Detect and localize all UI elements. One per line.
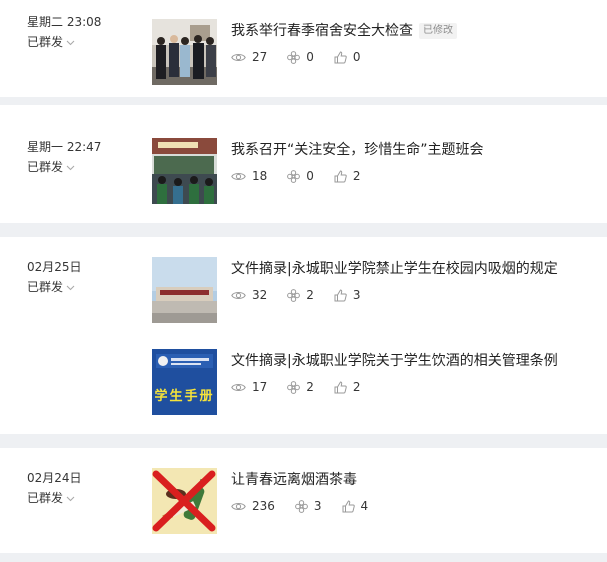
eye-icon — [231, 502, 246, 510]
flower-icon — [287, 288, 301, 302]
status-label: 已群发 — [27, 35, 64, 49]
classroom-photo-thumbnail[interactable] — [152, 138, 217, 204]
message-date-column: 02月25日 已群发 — [27, 259, 137, 296]
eye-icon — [231, 172, 246, 180]
message-date: 02月25日 — [27, 260, 82, 274]
article-item: 学生手册 文件摘录|永城职业学院关于学生饮酒的相关管理条例 17 2 2 — [152, 349, 592, 415]
message-group: 02月25日 已群发 文件摘录|永城职业学院禁止学生在校园内吸烟的规定 32 2… — [0, 237, 607, 434]
flower-icon — [287, 50, 301, 64]
wow-count: 2 — [287, 288, 314, 302]
article-title-link[interactable]: 文件摘录|永城职业学院禁止学生在校园内吸烟的规定 — [231, 259, 558, 279]
status-label: 已群发 — [27, 491, 64, 505]
message-group: 星期二 23:08 已群发 我系举行春季宿舍安全大检查 已修改 27 0 0 — [0, 0, 607, 97]
wow-count: 3 — [295, 499, 322, 513]
chevron-down-icon — [66, 496, 75, 501]
eye-icon — [231, 383, 246, 391]
campus-gate-thumbnail[interactable] — [152, 257, 217, 323]
like-count: 4 — [342, 499, 368, 513]
flower-icon — [295, 499, 308, 513]
eye-icon — [231, 291, 246, 299]
article-stats: 18 0 2 — [231, 169, 381, 183]
handbook-cover-text: 学生手册 — [154, 389, 215, 404]
article-title-link[interactable]: 让青春远离烟酒茶毒 — [231, 470, 357, 490]
like-count: 2 — [334, 380, 361, 394]
thumbs-up-icon — [334, 380, 347, 393]
message-date: 星期二 23:08 — [27, 15, 102, 29]
read-count: 27 — [231, 50, 267, 64]
thumbs-up-icon — [342, 499, 355, 512]
message-group: 星期一 22:47 已群发 我系召开“关注安全，珍惜生命”主题班会 18 0 2 — [0, 105, 607, 223]
article-stats: 32 2 3 — [231, 288, 381, 302]
read-count: 236 — [231, 499, 275, 513]
article-title-link[interactable]: 我系举行春季宿舍安全大检查 已修改 — [231, 21, 457, 41]
article-title-link[interactable]: 我系召开“关注安全，珍惜生命”主题班会 — [231, 140, 484, 160]
flower-icon — [287, 169, 301, 183]
thumbs-up-icon — [334, 169, 347, 182]
wow-count: 2 — [287, 380, 314, 394]
like-count: 2 — [334, 169, 361, 183]
thumbs-up-icon — [334, 288, 347, 301]
published-messages-list: 星期二 23:08 已群发 我系举行春季宿舍安全大检查 已修改 27 0 0 星… — [0, 0, 607, 562]
read-count: 18 — [231, 169, 267, 183]
message-date-column: 02月24日 已群发 — [27, 470, 137, 507]
edited-badge: 已修改 — [419, 23, 457, 39]
chevron-down-icon — [66, 285, 75, 290]
status-dropdown[interactable]: 已群发 — [27, 159, 137, 176]
like-count: 0 — [334, 50, 361, 64]
no-smoking-drinking-thumbnail[interactable] — [152, 468, 217, 534]
chevron-down-icon — [66, 40, 75, 45]
read-count: 17 — [231, 380, 267, 394]
article-stats: 17 2 2 — [231, 380, 381, 394]
article-item: 让青春远离烟酒茶毒 236 3 4 — [152, 468, 592, 534]
chevron-down-icon — [66, 165, 75, 170]
wow-count: 0 — [287, 169, 314, 183]
student-handbook-thumbnail[interactable]: 学生手册 — [152, 349, 217, 415]
message-date-column: 星期一 22:47 已群发 — [27, 139, 137, 176]
read-count: 32 — [231, 288, 267, 302]
eye-icon — [231, 53, 246, 61]
status-dropdown[interactable]: 已群发 — [27, 279, 137, 296]
article-title-link[interactable]: 文件摘录|永城职业学院关于学生饮酒的相关管理条例 — [231, 351, 558, 371]
article-item: 我系举行春季宿舍安全大检查 已修改 27 0 0 — [152, 19, 592, 85]
group-photo-thumbnail[interactable] — [152, 19, 217, 85]
status-dropdown[interactable]: 已群发 — [27, 490, 137, 507]
article-item: 我系召开“关注安全，珍惜生命”主题班会 18 0 2 — [152, 138, 592, 204]
message-group: 02月24日 已群发 让青春远离烟酒茶毒 236 3 4 — [0, 448, 607, 553]
article-item: 文件摘录|永城职业学院禁止学生在校园内吸烟的规定 32 2 3 — [152, 257, 592, 323]
status-label: 已群发 — [27, 160, 64, 174]
flower-icon — [287, 380, 301, 394]
like-count: 3 — [334, 288, 361, 302]
thumbs-up-icon — [334, 50, 347, 63]
article-stats: 236 3 4 — [231, 499, 388, 513]
status-dropdown[interactable]: 已群发 — [27, 34, 137, 51]
message-date: 02月24日 — [27, 471, 82, 485]
wow-count: 0 — [287, 50, 314, 64]
message-date: 星期一 22:47 — [27, 140, 102, 154]
message-date-column: 星期二 23:08 已群发 — [27, 14, 137, 51]
status-label: 已群发 — [27, 280, 64, 294]
article-stats: 27 0 0 — [231, 50, 381, 64]
